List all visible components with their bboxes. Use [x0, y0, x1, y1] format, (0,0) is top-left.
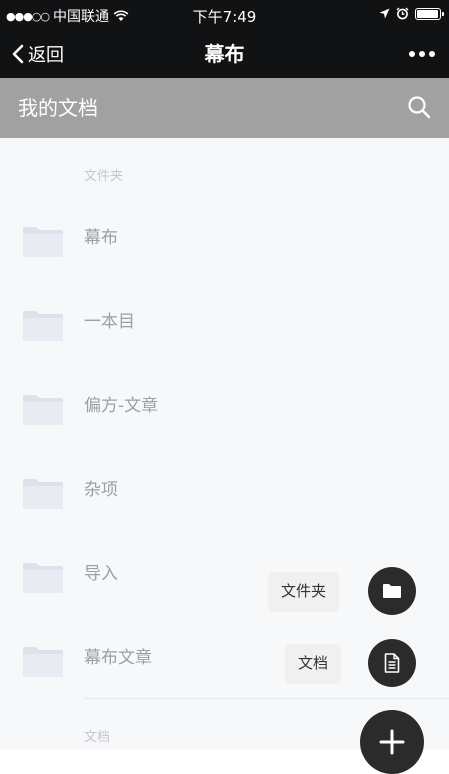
folder-item[interactable]: 杂项	[0, 464, 449, 548]
alarm-clock-icon	[396, 7, 409, 20]
folder-name: 幕布	[84, 228, 118, 248]
folder-icon	[23, 311, 63, 341]
folder-icon	[23, 395, 63, 425]
folder-icon	[23, 563, 63, 593]
back-label: 返回	[28, 45, 64, 66]
nav-bar: 返回 幕布	[0, 30, 449, 78]
status-right	[379, 7, 444, 20]
folder-item[interactable]: 幕布	[0, 212, 449, 296]
section-divider	[84, 698, 449, 699]
add-button[interactable]	[360, 710, 424, 774]
new-folder-button[interactable]	[368, 567, 416, 615]
folder-name: 杂项	[84, 480, 118, 500]
documents-section-label: 文档	[84, 730, 111, 745]
folder-icon	[23, 227, 63, 257]
new-document-label[interactable]: 文档	[286, 644, 341, 682]
folder-title: 我的文档	[18, 96, 98, 120]
plus-icon	[379, 729, 405, 755]
back-button[interactable]: 返回	[12, 30, 64, 78]
chevron-left-icon	[12, 44, 24, 64]
folder-name: 幕布文章	[84, 648, 152, 668]
folder-icon	[383, 584, 401, 598]
more-dot-icon	[429, 51, 435, 57]
folder-header: 我的文档	[0, 78, 449, 138]
folder-name: 导入	[84, 564, 118, 584]
more-dot-icon	[409, 51, 415, 57]
folder-icon	[23, 647, 63, 677]
location-arrow-icon	[379, 8, 390, 19]
status-bar: ●●●○○ 中国联通 下午7:49	[0, 0, 449, 30]
folder-item[interactable]: 一本目	[0, 296, 449, 380]
folder-name: 一本目	[84, 312, 135, 332]
folder-icon	[23, 479, 63, 509]
search-icon[interactable]	[407, 95, 431, 119]
new-folder-label[interactable]: 文件夹	[269, 572, 339, 610]
more-dot-icon	[419, 51, 425, 57]
folders-section-label: 文件夹	[84, 169, 124, 184]
more-options-button[interactable]	[409, 30, 435, 78]
document-icon	[384, 653, 400, 673]
new-document-button[interactable]	[368, 639, 416, 687]
battery-icon	[415, 7, 444, 20]
page-title: 幕布	[204, 42, 245, 66]
folder-item[interactable]: 偏方-文章	[0, 380, 449, 464]
folder-name: 偏方-文章	[84, 396, 159, 416]
